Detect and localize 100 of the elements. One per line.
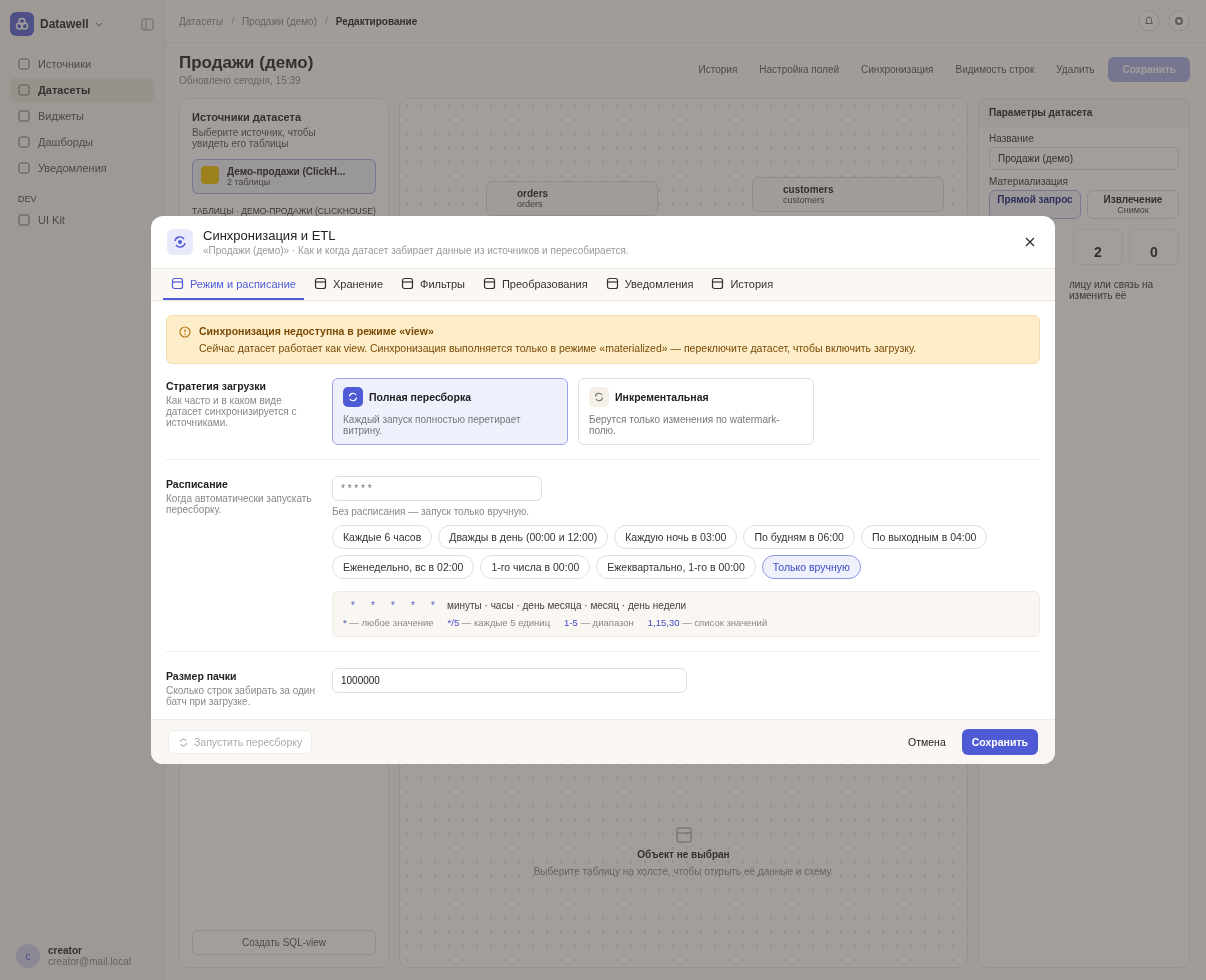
cron-input[interactable]: * * * * * [332, 476, 542, 501]
breadcrumb[interactable]: Редактирование [335, 15, 418, 27]
toolbar-button[interactable]: История [690, 60, 746, 79]
avatar: c [16, 944, 40, 968]
cron-caption: минуты · часы · день месяца · месяц · день недели [447, 600, 687, 611]
settings-icon[interactable] [1168, 10, 1190, 32]
sidebar-toggle-icon[interactable] [141, 17, 154, 31]
table-node[interactable]: orders orders [486, 181, 658, 216]
nav-item[interactable]: Датасеты [10, 78, 154, 102]
nav-item[interactable]: UI Kit [10, 208, 154, 232]
legend-item: */5 — каждые 5 единиц [447, 617, 551, 628]
breadcrumb-separator: / [324, 15, 328, 27]
name-field[interactable]: Продажи (демо) [989, 147, 1179, 170]
cron-field: * [363, 600, 383, 611]
panel-title: Параметры датасета [979, 99, 1189, 127]
schedule-preset[interactable]: Каждую ночь в 03:00 [614, 525, 738, 549]
alert-text: Сейчас датасет работает как view. Синхронизация выполняется только в режиме «materialized» — переключите датасет, чтобы включить загрузку. [199, 342, 917, 354]
dialog-subtitle: «Продажи (демо)» · Как и когда датасет забирает данные из источников и пересобирается. [203, 245, 630, 256]
nav-icon [18, 162, 30, 174]
create-view-button[interactable]: Создать SQL-view [192, 930, 376, 955]
dialog-title: Синхронизация и ETL [203, 228, 337, 243]
toolbar-button[interactable]: Удалить [1048, 60, 1103, 79]
schedule-preset[interactable]: По выходным в 04:00 [860, 525, 988, 549]
strategy-option[interactable]: Полная пересборка Каждый запуск полностью перетирает витрину. [332, 378, 568, 445]
toolbar-button[interactable]: Видимость строк [947, 60, 1043, 79]
section-label: Стратегия загрузки [166, 380, 268, 392]
refresh-icon [343, 387, 363, 407]
save-button[interactable]: Сохранить [961, 729, 1038, 755]
caret-icon [94, 20, 103, 28]
source-card[interactable]: Демо-продажи (ClickH... 2 таблицы [192, 159, 376, 194]
warning-icon [179, 326, 191, 338]
nav-item[interactable]: Виджеты [10, 104, 154, 128]
tab-icon [171, 277, 184, 290]
materialization-option[interactable]: Прямой запрос [989, 190, 1081, 219]
field-label: Материализация [989, 176, 1069, 187]
cron-field: * [383, 600, 403, 611]
table-icon [675, 827, 692, 843]
nav-icon [18, 136, 30, 148]
user-name: creator [48, 945, 83, 956]
hint-text: лицу или связь на [1069, 279, 1154, 290]
materialization-option[interactable]: Извлечение Снимок [1087, 190, 1179, 219]
section-label: Расписание [166, 478, 229, 490]
nav-item[interactable]: Дашборды [10, 130, 154, 154]
nav-item[interactable]: Источники [10, 52, 154, 76]
schedule-preset[interactable]: Ежеквартально, 1-го в 00:00 [596, 555, 756, 579]
refresh-icon [178, 736, 189, 748]
hint-text: изменить её [1069, 290, 1128, 301]
legend-item: 1-5 — диапазон [564, 617, 634, 628]
tab[interactable]: Хранение [305, 269, 392, 300]
batch-size-input[interactable]: 1000000 [332, 668, 687, 693]
section-label: Размер пачки [166, 670, 238, 682]
tab[interactable]: История [703, 269, 782, 300]
brand-name[interactable]: Datawell [40, 17, 89, 31]
tab[interactable]: Уведомления [597, 269, 702, 300]
close-icon [1025, 237, 1035, 247]
legend-item: * — любое значение [343, 617, 434, 628]
section-description: Как часто и в каком виде датасет синхронизируется с источниками. [166, 395, 298, 428]
nav-icon [18, 110, 30, 122]
tab-icon [401, 277, 415, 290]
cancel-button[interactable]: Отмена [900, 730, 954, 754]
legend-item: 1,15,30 — список значений [647, 617, 768, 628]
tab-icon [711, 277, 725, 290]
schedule-preset[interactable]: По будням в 06:00 [743, 525, 855, 549]
section-label: DEV [18, 194, 38, 204]
refresh-icon [589, 387, 609, 407]
schedule-preset[interactable]: Каждые 6 часов [332, 525, 433, 549]
tab-icon [313, 277, 327, 290]
strategy-option[interactable]: Инкрементальная Берутся только изменения по watermark-полю. [578, 378, 814, 445]
toolbar-button[interactable]: Настройка полей [751, 60, 848, 79]
page-title: Продажи (демо) [179, 53, 314, 73]
cron-field: * [423, 600, 443, 611]
schedule-hint: Без расписания — запуск только вручную. [332, 506, 531, 517]
tab[interactable]: Фильтры [393, 269, 473, 300]
alert-title: Синхронизация недоступна в режиме «view» [199, 325, 435, 337]
schedule-preset[interactable]: 1-го числа в 00:00 [480, 555, 591, 579]
cron-field: * [403, 600, 423, 611]
updated-text: Обновлено сегодня, 15:39 [179, 75, 302, 86]
stat-value: 2 [1073, 229, 1123, 265]
breadcrumb-separator: / [231, 15, 234, 27]
schedule-preset[interactable]: Только вручную [761, 555, 861, 579]
tab[interactable]: Режим и расписание [163, 269, 304, 300]
section-description: Когда автоматически запускать пересборку. [166, 493, 313, 515]
field-label: Название [989, 133, 1035, 144]
schedule-preset[interactable]: Дважды в день (00:00 и 12:00) [438, 525, 609, 549]
cron-field: * [343, 600, 363, 611]
section-description: Сколько строк забирать за один батч при загрузке. [166, 685, 316, 707]
nav-icon [18, 84, 30, 96]
toolbar-button[interactable]: Синхронизация [853, 60, 942, 79]
section-label: ТАБЛИЦЫ · ДЕМО-ПРОДАЖИ (CLICKHOUSE) [192, 206, 376, 216]
table-node[interactable]: customers customers [752, 177, 944, 212]
bell-icon[interactable] [1138, 10, 1160, 32]
nav-icon [18, 58, 30, 70]
tab-icon [482, 277, 496, 290]
nav-icon [18, 214, 30, 226]
nav-item[interactable]: Уведомления [10, 156, 154, 180]
panel-title: Источники датасета [192, 111, 303, 123]
stat-value: 0 [1129, 229, 1179, 265]
panel-hint: Выберите источник, чтобы увидеть его таблицы [192, 127, 317, 149]
tab[interactable]: Преобразования [474, 269, 596, 300]
schedule-preset[interactable]: Еженедельно, вс в 02:00 [332, 555, 475, 579]
